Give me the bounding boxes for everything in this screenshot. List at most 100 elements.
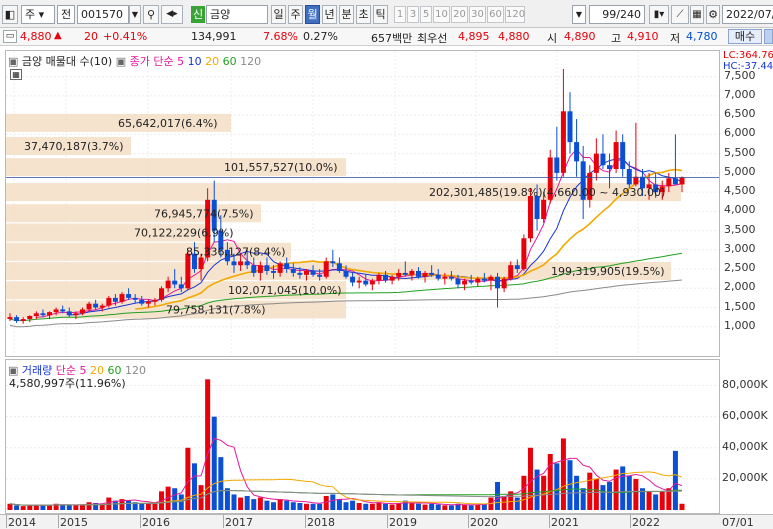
type-select[interactable]: 전 [57, 5, 75, 24]
candle-body [66, 311, 72, 316]
candle-body [501, 278, 507, 289]
legend-ma5: 5 [177, 55, 185, 68]
candle-body [27, 315, 33, 320]
buy-button[interactable]: 매수 [728, 29, 762, 44]
candle-body [666, 178, 672, 187]
market-select[interactable]: 주 ▾ [21, 5, 55, 24]
up-arrow-icon: ▲ [54, 30, 62, 41]
stock-name-field[interactable]: 금양 [206, 5, 268, 24]
candle-body [112, 297, 118, 302]
volume-bar [310, 503, 316, 510]
table-icon[interactable]: ▦ [10, 69, 22, 80]
volume-bar [231, 494, 237, 510]
volume-profile-label: 76,945,774(7.5%) [154, 207, 254, 220]
year-label: 2018 [307, 516, 335, 529]
volume-bar [593, 478, 599, 510]
code-dropdown-icon[interactable]: ▼ [129, 5, 141, 24]
candle-body [567, 111, 573, 143]
volume-bar [20, 506, 26, 510]
volume-bar [369, 503, 375, 510]
interval-button-5[interactable]: 5 [420, 6, 432, 23]
indicator-icon[interactable]: ▮▾ [649, 5, 669, 24]
count-field[interactable]: 99/240 [589, 5, 645, 24]
year-separator [305, 515, 306, 528]
candle-body [448, 276, 454, 279]
period-button-1[interactable]: 주 [288, 5, 303, 24]
volume-bar [435, 504, 441, 510]
candle-body [139, 299, 145, 304]
volume-tick: 60,000K [722, 408, 768, 422]
volume-bar [468, 505, 474, 510]
candle-body [475, 278, 481, 283]
candle-body [53, 309, 59, 313]
candle-body [468, 280, 474, 283]
period-button-0[interactable]: 일 [271, 5, 286, 24]
candle-body [455, 278, 461, 285]
candle-body [172, 280, 178, 285]
price-chart-canvas[interactable]: 79,758,131(7.8%) 102,071,045(10.0%) 199,31… [6, 51, 719, 356]
candle-body [383, 274, 389, 281]
candle-body [251, 265, 257, 273]
period-button-6[interactable]: 틱 [373, 5, 388, 24]
interval-button-1[interactable]: 1 [394, 6, 406, 23]
time-axis: 2014 2015 2016 2017 2018 2019 2020 2021 2022 07/0… [0, 514, 773, 529]
volume-bar [290, 502, 296, 510]
open-label: 시 [547, 32, 558, 45]
interval-button-3[interactable]: 3 [407, 6, 419, 23]
legend-ma120: 120 [240, 55, 262, 68]
interval-button-20[interactable]: 20 [451, 6, 468, 23]
interval-button-10[interactable]: 10 [433, 6, 450, 23]
period-button-4[interactable]: 분 [339, 5, 354, 24]
period-button-5[interactable]: 초 [356, 5, 371, 24]
date-field[interactable]: 2022/07/ [722, 5, 773, 24]
volume-bar [560, 438, 566, 510]
price-tick: 3,000 [724, 241, 756, 255]
interval-button-120[interactable]: 120 [505, 6, 525, 23]
quote-toggle-icon[interactable]: ▭ [3, 30, 17, 43]
volume-bar [40, 505, 46, 510]
candle-body [93, 303, 99, 308]
code-input[interactable]: 001570 [77, 5, 129, 24]
volume-bar [376, 502, 382, 510]
period-button-2[interactable]: 월 [305, 5, 320, 24]
candle-body [574, 142, 580, 162]
candle-body [560, 111, 566, 173]
quote-bar: ▭ 4,880 ▲ 20 +0.41% 134,991 7.68% 0.27% … [0, 28, 773, 46]
candle-body [152, 299, 158, 302]
volume-legend-ma120: 120 [125, 364, 147, 377]
settings-gear-icon[interactable]: ⚙ [706, 5, 720, 24]
search-icon[interactable]: ⚲ [143, 5, 159, 24]
volume-bar [317, 503, 323, 510]
grid-icon[interactable]: ▦ [690, 5, 704, 24]
volume-profile-label: 102,071,045(10.0%) [228, 284, 342, 297]
candle-body [369, 280, 375, 285]
volume-profile-label: 70,122,229(6.9%) [134, 227, 234, 240]
volume-bar [14, 505, 20, 510]
candle-body [396, 272, 402, 277]
prev-next-icon[interactable]: ◀▸ [161, 5, 183, 24]
chart-menu-icon[interactable]: ◧ [2, 5, 18, 24]
interval-button-30[interactable]: 30 [469, 6, 486, 23]
open-price: 4,890 [564, 30, 596, 43]
price-chart-panel[interactable]: 79,758,131(7.8%) 102,071,045(10.0%) 199,31… [5, 50, 720, 357]
price-tick: 6,500 [724, 107, 756, 121]
candle-body [323, 261, 329, 277]
candle-body [284, 263, 290, 270]
volume-bar [514, 497, 520, 510]
candle-body [86, 303, 92, 310]
draw-tool-icon[interactable]: ⟋ [671, 5, 689, 24]
volume-bar [383, 503, 389, 510]
year-separator [223, 515, 224, 528]
candle-body [409, 270, 415, 275]
volume-profile-label: 101,557,527(10.0%) [224, 161, 338, 174]
period-button-3[interactable]: 년 [322, 5, 337, 24]
volume-bar [363, 503, 369, 510]
volume-bar [600, 485, 606, 510]
candle-body [415, 270, 421, 277]
count-dropdown-icon[interactable]: ▼ [572, 5, 586, 24]
sell-button[interactable] [764, 29, 773, 44]
candle-body [620, 142, 626, 170]
year-label: 2014 [8, 516, 36, 529]
interval-button-60[interactable]: 60 [487, 6, 504, 23]
volume-chart-panel[interactable]: ▣ 거래량 단순 5 20 60 120 4,580,997주(11.96%) [5, 359, 720, 514]
